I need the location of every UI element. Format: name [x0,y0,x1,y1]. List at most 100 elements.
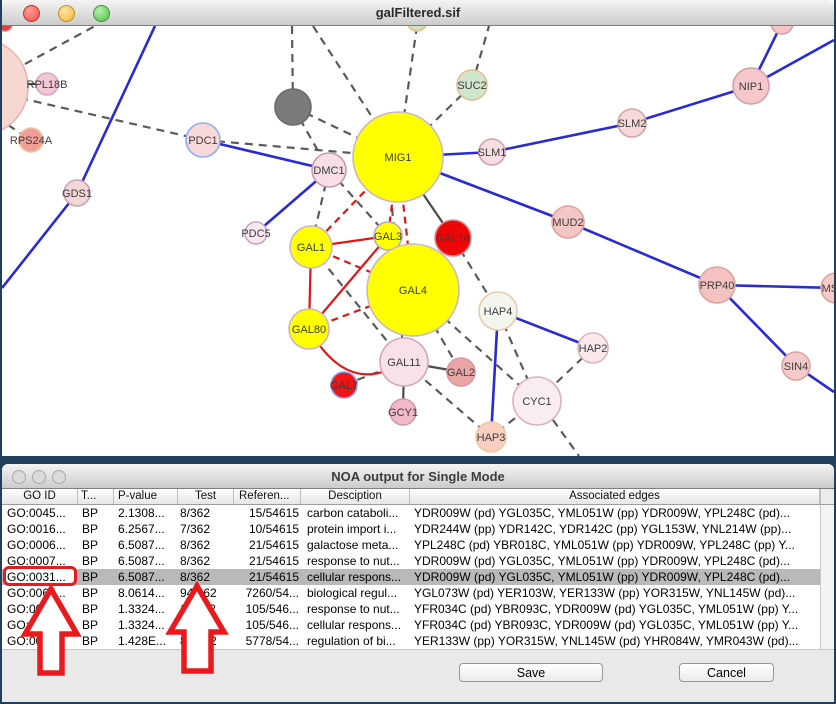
network-window: galFiltered.sif RPL18BRPS24AGDS1PDC1DMC1… [2,0,834,456]
cell-8-3: 80/362 [178,633,234,649]
cell-2-4: 21/54615 [234,537,301,553]
cell-2-0: GO:0006... [2,537,78,553]
cell-1-5: protein import i... [301,521,410,537]
cell-8-1: BP [78,633,114,649]
node-label-GDS1: GDS1 [62,188,92,200]
table-row-6[interactable]: GO:0031...BP1.3324...11/362105/546...res… [2,601,820,617]
cell-3-6: YDR009W (pd) YGL035C, YML051W (pp) YDR00… [410,553,820,569]
cell-6-3: 11/362 [178,601,234,617]
noa-window-title: NOA output for Single Mode [331,469,505,484]
cell-6-4: 105/546... [234,601,301,617]
node-label-GAL11: GAL11 [387,357,420,369]
cell-3-2: 6.5087... [114,553,178,569]
node-label-NIP1: NIP1 [739,81,763,93]
cell-7-2: 1.3324... [114,617,178,633]
cell-6-1: BP [78,601,114,617]
column-header-4[interactable]: Referen... [234,489,301,504]
edge-blue-0 [77,26,155,193]
column-header-1[interactable]: T... [78,489,114,504]
cell-0-6: YDR009W (pd) YGL035C, YML051W (pp) YDR00… [410,505,820,521]
node-label-PDC5: PDC5 [241,228,270,240]
cell-5-2: 8.0614... [114,585,178,601]
table-row-7[interactable]: GO:0031...BP1.3324...11/362105/546...cel… [2,617,820,633]
column-header-6[interactable]: Associated edges [410,489,820,504]
node-gray-node[interactable] [275,89,311,125]
cell-7-1: BP [78,617,114,633]
table-header: GO IDT...P-valueTestReferen...Desciption… [2,489,820,505]
cell-4-3: 8/362 [178,569,234,585]
table-row-5[interactable]: GO:0065...BP8.0614...94/3627260/54...bio… [2,585,820,601]
cell-4-1: BP [78,569,114,585]
cell-7-4: 105/546... [234,617,301,633]
node-label-GAL10: GAL10 [436,233,470,245]
node-label-HAP3: HAP3 [477,432,506,444]
node-corner-red[interactable] [2,26,12,31]
cell-6-0: GO:0031... [2,601,78,617]
cell-1-0: GO:0016... [2,521,78,537]
table-row-2[interactable]: GO:0006...BP6.5087...8/36221/54615galact… [2,537,820,553]
node-label-GAL7: GAL7 [330,380,358,392]
table-row-1[interactable]: GO:0016...BP6.2567...7/36210/54615protei… [2,521,820,537]
node-label-SLM1: SLM1 [478,147,507,159]
close-button[interactable] [23,5,40,22]
minimize-button-inactive[interactable] [32,470,46,484]
cell-2-5: galactose meta... [301,537,410,553]
column-header-5[interactable]: Desciption [301,489,410,504]
node-label-CYC1: CYC1 [522,396,551,408]
edge-blue-1 [2,193,77,288]
column-header-3[interactable]: Test [178,489,234,504]
node-label-MIG1: MIG1 [385,152,412,164]
node-label-HAP4: HAP4 [484,306,513,318]
network-window-titlebar[interactable]: galFiltered.sif [2,0,834,26]
edge-dash-16 [25,26,95,64]
table-row-3[interactable]: GO:0007...BP6.5087...8/36221/54615respon… [2,553,820,569]
zoom-button-inactive[interactable] [52,470,66,484]
table-body: GO:0045...BP2.1308...8/36215/54615carbon… [2,505,820,649]
node-top-right-pink[interactable] [771,26,793,34]
cell-0-0: GO:0045... [2,505,78,521]
node-label-PDC1: PDC1 [188,135,217,147]
node-label-GAL4: GAL4 [399,285,427,297]
cell-8-6: YER133W (pp) YOR315W, YNL145W (pd) YHR08… [410,633,820,649]
node-label-SUC2: SUC2 [457,80,486,92]
node-label-SIN4: SIN4 [784,361,808,373]
vertical-scrollbar[interactable] [820,505,834,649]
node-label-MUD2: MUD2 [552,217,583,229]
node-label-GAL1: GAL1 [297,242,325,254]
cell-2-6: YPL248C (pd) YBR018C, YML051W (pp) YDR00… [410,537,820,553]
close-button-inactive[interactable] [12,470,26,484]
cell-7-3: 11/362 [178,617,234,633]
cell-0-3: 8/362 [178,505,234,521]
zoom-button[interactable] [93,5,110,22]
noa-window-titlebar[interactable]: NOA output for Single Mode [2,464,834,489]
cell-3-1: BP [78,553,114,569]
cell-3-0: GO:0007... [2,553,78,569]
cell-1-1: BP [78,521,114,537]
cell-7-0: GO:0031... [2,617,78,633]
cell-5-5: biological regul... [301,585,410,601]
cell-4-4: 21/54615 [234,569,301,585]
noa-footer: Save Cancel [2,649,834,702]
cell-5-3: 94/362 [178,585,234,601]
minimize-button[interactable] [58,5,75,22]
column-header-0[interactable]: GO ID [2,489,78,504]
node-label-GAL3: GAL3 [374,231,402,243]
cell-5-1: BP [78,585,114,601]
cell-2-1: BP [78,537,114,553]
cell-8-5: regulation of bi... [301,633,410,649]
cell-2-3: 8/362 [178,537,234,553]
cell-0-4: 15/54615 [234,505,301,521]
column-header-2[interactable]: P-value [114,489,178,504]
node-green-top[interactable] [407,26,427,31]
network-canvas[interactable]: RPL18BRPS24AGDS1PDC1DMC1PDC5SUC2MIG1SLM1… [2,26,834,456]
node-big-pink[interactable] [2,39,28,135]
noa-window: NOA output for Single Mode GO IDT...P-va… [2,464,834,702]
cancel-button[interactable]: Cancel [679,663,774,682]
node-label-GCY1: GCY1 [388,407,418,419]
table-row-0[interactable]: GO:0045...BP2.1308...8/36215/54615carbon… [2,505,820,521]
node-label-GAL80: GAL80 [292,324,326,336]
table-row-8[interactable]: GO:0050...BP1.428E...80/3625778/54...reg… [2,633,820,649]
cell-5-4: 7260/54... [234,585,301,601]
save-button[interactable]: Save [459,663,603,682]
table-row-4[interactable]: GO:0031...BP6.5087...8/36221/54615cellul… [2,569,820,585]
